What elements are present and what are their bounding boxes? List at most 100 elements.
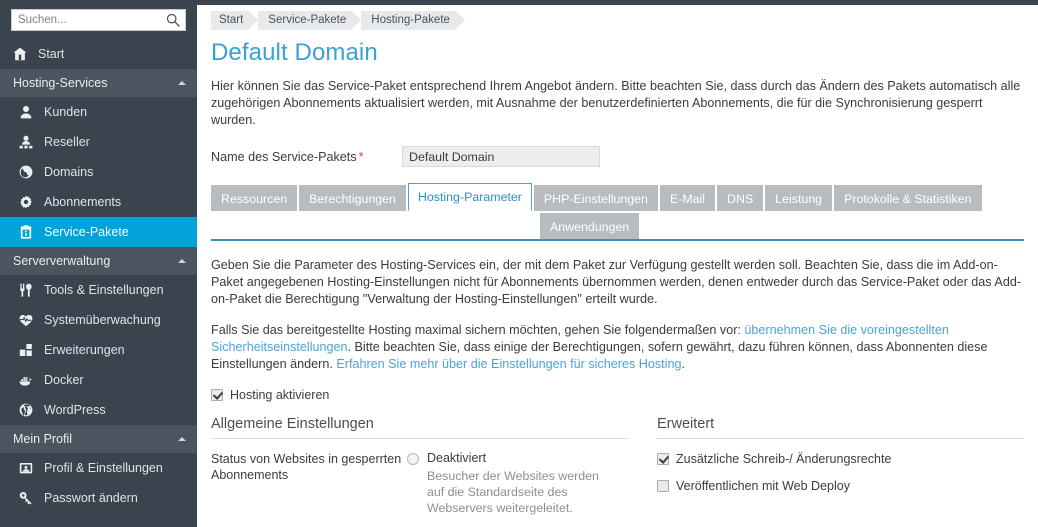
- tab-leistung[interactable]: Leistung: [765, 185, 833, 211]
- sidebar-item-kunden[interactable]: Kunden: [0, 97, 197, 127]
- security-hint-text-c: .: [681, 357, 685, 371]
- sidebar-item-label: Domains: [44, 165, 94, 179]
- advanced-write-rights-row: Zusätzliche Schreib-/ Änderungsrechte: [657, 452, 1024, 466]
- field-label-text: Name des Service-Pakets: [211, 149, 357, 164]
- service-package-name-input[interactable]: [402, 146, 600, 167]
- website-status-row: Status von Websites in gesperrten Abonne…: [211, 451, 629, 527]
- settings-columns: Allgemeine Einstellungen Status von Webs…: [211, 416, 1024, 527]
- sidebar-item-label: Reseller: [44, 135, 90, 149]
- sidebar-item-abonnements[interactable]: Abonnements: [0, 187, 197, 217]
- breadcrumb-item-service-pakete[interactable]: Service-Pakete: [258, 11, 362, 30]
- breadcrumb-item-start[interactable]: Start: [211, 11, 259, 30]
- main-content: Start Service-Pakete Hosting-Pakete Defa…: [197, 0, 1038, 527]
- tab-hosting-parameter[interactable]: Hosting-Parameter: [407, 183, 532, 211]
- sidebar-item-label: Docker: [44, 373, 84, 387]
- link-learn-more-secure-hosting[interactable]: Erfahren Sie mehr über die Einstellungen…: [336, 357, 681, 371]
- tab-e-mail[interactable]: E-Mail: [659, 185, 716, 211]
- tab-protokolle-statistiken[interactable]: Protokolle & Statistiken: [834, 185, 982, 211]
- search-container: [0, 0, 197, 39]
- tab-ressourcen[interactable]: Ressourcen: [211, 185, 298, 211]
- advanced-web-deploy-row: Veröffentlichen mit Web Deploy: [657, 479, 1024, 493]
- radio-option-deaktiviert: Deaktiviert Besucher der Websites werden…: [407, 451, 629, 516]
- sidebar-item-systemueberwachung[interactable]: Systemüberwachung: [0, 305, 197, 335]
- radio-line[interactable]: Deaktiviert: [407, 451, 629, 466]
- sidebar-item-reseller[interactable]: Reseller: [0, 127, 197, 157]
- sidebar-item-label: Tools & Einstellungen: [44, 283, 164, 297]
- reseller-icon: [19, 135, 40, 149]
- hosting-enable-checkbox[interactable]: [211, 389, 223, 401]
- search-input[interactable]: [12, 10, 185, 30]
- page-title: Default Domain: [211, 39, 378, 66]
- advanced-settings-heading: Erweitert: [657, 416, 1024, 439]
- sidebar-group-serververwaltung[interactable]: Serververwaltung: [0, 247, 197, 275]
- tabs-row-secondary: Anwendungen: [211, 211, 1024, 239]
- radio-deaktiviert-description: Besucher der Websites werden auf die Sta…: [427, 469, 599, 515]
- home-icon: [13, 47, 34, 61]
- service-package-name-label: Name des Service-Pakets *: [211, 150, 402, 164]
- sidebar-group-hosting-services[interactable]: Hosting-Services: [0, 69, 197, 97]
- sidebar-item-docker[interactable]: Docker: [0, 365, 197, 395]
- additional-write-rights-checkbox[interactable]: [657, 453, 669, 465]
- tab-anwendungen[interactable]: Anwendungen: [540, 213, 640, 239]
- radio-deaktiviert[interactable]: [407, 453, 419, 465]
- sidebar-item-label: Kunden: [44, 105, 88, 119]
- chevron-up-icon: [178, 259, 186, 263]
- gear-icon: [19, 195, 40, 209]
- chevron-up-icon: [178, 437, 186, 441]
- heartbeat-icon: [19, 313, 40, 327]
- sidebar-item-label: Systemüberwachung: [44, 313, 161, 327]
- extensions-icon: [19, 343, 40, 357]
- sidebar-item-wordpress[interactable]: WordPress: [0, 395, 197, 425]
- tabs-area: Ressourcen Berechtigungen Hosting-Parame…: [211, 183, 1024, 241]
- chevron-up-icon: [178, 81, 186, 85]
- sidebar-item-start[interactable]: Start: [0, 39, 197, 69]
- tab-berechtigungen[interactable]: Berechtigungen: [299, 185, 406, 211]
- tab-dns[interactable]: DNS: [717, 185, 764, 211]
- breadcrumb-item-hosting-pakete[interactable]: Hosting-Pakete: [361, 11, 465, 30]
- top-strip: [197, 0, 1038, 5]
- sidebar: Start Hosting-Services Kunden Reseller: [0, 0, 197, 527]
- sidebar-item-label: Profil & Einstellungen: [44, 461, 163, 475]
- general-settings-heading: Allgemeine Einstellungen: [211, 416, 629, 439]
- wordpress-icon: [19, 403, 40, 417]
- tabs-row-primary: Ressourcen Berechtigungen Hosting-Parame…: [211, 183, 1024, 211]
- required-marker: *: [358, 149, 364, 164]
- user-icon: [19, 105, 40, 119]
- sidebar-group-label: Mein Profil: [13, 432, 73, 446]
- content-wrapper: Start Service-Pakete Hosting-Pakete Defa…: [197, 11, 1038, 527]
- sidebar-group-label: Hosting-Services: [13, 76, 108, 90]
- clipboard-icon: [19, 225, 40, 239]
- sidebar-item-label: Erweiterungen: [44, 343, 125, 357]
- web-deploy-checkbox[interactable]: [657, 480, 669, 492]
- sidebar-group-mein-profil[interactable]: Mein Profil: [0, 425, 197, 453]
- hosting-enable-row: Hosting aktivieren: [211, 388, 1024, 402]
- sidebar-item-label: WordPress: [44, 403, 106, 417]
- page-intro-text: Hier können Sie das Service-Paket entspr…: [211, 79, 1021, 127]
- general-settings-column: Allgemeine Einstellungen Status von Webs…: [211, 416, 629, 527]
- security-hint-text-a: Falls Sie das bereitgestellte Hosting ma…: [211, 323, 745, 337]
- globe-icon: [19, 165, 40, 179]
- sidebar-item-profil-einstellungen[interactable]: Profil & Einstellungen: [0, 453, 197, 483]
- docker-icon: [19, 373, 40, 387]
- search-box[interactable]: [11, 9, 186, 31]
- sidebar-item-service-pakete[interactable]: Service-Pakete: [0, 217, 197, 247]
- tools-icon: [19, 283, 40, 297]
- advanced-settings-column: Erweitert Zusätzliche Schreib-/ Änderung…: [629, 416, 1024, 527]
- web-deploy-label: Veröffentlichen mit Web Deploy: [676, 479, 850, 493]
- sidebar-item-tools-einstellungen[interactable]: Tools & Einstellungen: [0, 275, 197, 305]
- profile-icon: [19, 461, 40, 475]
- website-status-options: Deaktiviert Besucher der Websites werden…: [407, 451, 629, 527]
- sidebar-item-domains[interactable]: Domains: [0, 157, 197, 187]
- breadcrumb: Start Service-Pakete Hosting-Pakete: [211, 11, 1024, 30]
- tab-php-einstellungen[interactable]: PHP-Einstellungen: [533, 185, 658, 211]
- security-hint-paragraph: Falls Sie das bereitgestellte Hosting ma…: [211, 322, 1024, 373]
- radio-deaktiviert-label: Deaktiviert: [427, 451, 487, 465]
- sidebar-item-erweiterungen[interactable]: Erweiterungen: [0, 335, 197, 365]
- hosting-enable-label: Hosting aktivieren: [230, 388, 330, 402]
- tabs-underline: [211, 239, 1024, 241]
- sidebar-group-label: Serververwaltung: [13, 254, 111, 268]
- sidebar-item-label: Start: [38, 47, 65, 61]
- sidebar-item-label: Service-Pakete: [44, 225, 129, 239]
- sidebar-item-passwort-aendern[interactable]: Passwort ändern: [0, 483, 197, 513]
- sidebar-item-label: Passwort ändern: [44, 491, 138, 505]
